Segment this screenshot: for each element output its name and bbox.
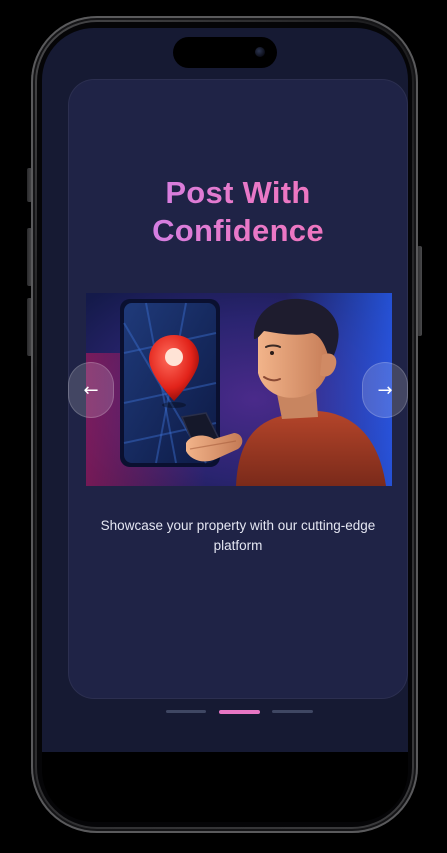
hero-illustration	[86, 293, 392, 486]
screen-bottom-area	[42, 752, 408, 822]
title-line-2: Confidence	[152, 213, 324, 248]
arrow-right-icon: →	[377, 379, 393, 401]
next-slide-button[interactable]: →	[362, 362, 408, 418]
previous-slide-button[interactable]: ←	[68, 362, 114, 418]
front-camera-icon	[255, 47, 265, 57]
page-dot-2-active[interactable]	[219, 710, 260, 714]
title-line-1: Post With	[165, 175, 311, 210]
dynamic-island	[173, 37, 277, 68]
arrow-left-icon: ←	[83, 379, 99, 401]
onboarding-title: Post With Confidence	[68, 174, 408, 250]
onboarding-description: Showcase your property with our cutting-…	[100, 518, 376, 553]
pagination-indicator	[166, 710, 314, 714]
device-mockup: Post With Confidence ← → Showcase your p…	[0, 0, 447, 853]
page-dot-1[interactable]	[166, 710, 206, 713]
page-dot-3[interactable]	[272, 710, 313, 713]
